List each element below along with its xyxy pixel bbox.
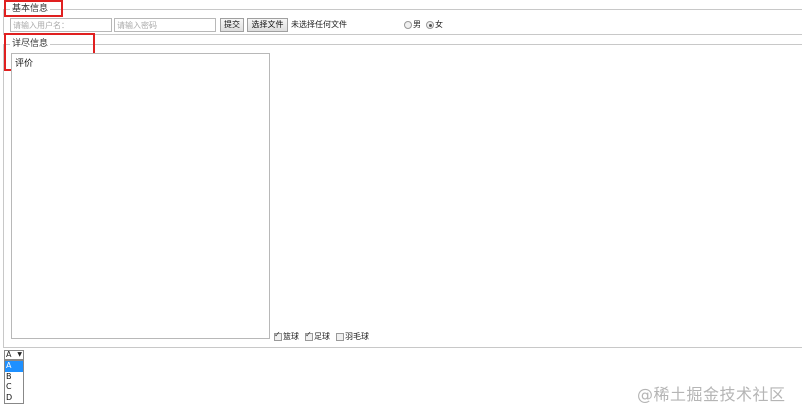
chevron-down-icon: ▼	[17, 351, 22, 358]
hobby-badminton-checkbox[interactable]	[336, 333, 344, 341]
select-option-c[interactable]: C	[5, 382, 23, 393]
option-select[interactable]: A ▼	[4, 350, 24, 360]
file-status-text: 未选择任何文件	[291, 20, 347, 29]
gender-male-label: 男	[413, 20, 421, 29]
select-dropdown-list: A B C D	[4, 360, 24, 404]
choose-file-button[interactable]: 选择文件	[247, 18, 288, 32]
submit-button[interactable]: 提交	[220, 18, 244, 32]
gender-female-radio[interactable]	[426, 21, 434, 29]
gender-female-label: 女	[435, 20, 443, 29]
hobby-football-checkbox[interactable]	[305, 330, 313, 341]
select-option-d[interactable]: D	[5, 393, 23, 404]
select-option-a[interactable]: A	[5, 361, 23, 372]
hobby-badminton-label: 羽毛球	[345, 332, 369, 341]
hobby-football-label: 足球	[314, 332, 330, 341]
hobby-basketball-checkbox[interactable]	[274, 330, 282, 341]
select-option-b[interactable]: B	[5, 372, 23, 383]
watermark: @稀土掘金技术社区	[637, 385, 786, 404]
gender-male-radio[interactable]	[404, 21, 412, 29]
password-input[interactable]	[114, 18, 216, 32]
username-input[interactable]	[10, 18, 112, 32]
comment-textarea[interactable]	[11, 53, 270, 339]
select-value: A	[6, 350, 12, 359]
highlight-box-basic	[4, 0, 63, 17]
hobby-basketball-label: 篮球	[283, 332, 299, 341]
